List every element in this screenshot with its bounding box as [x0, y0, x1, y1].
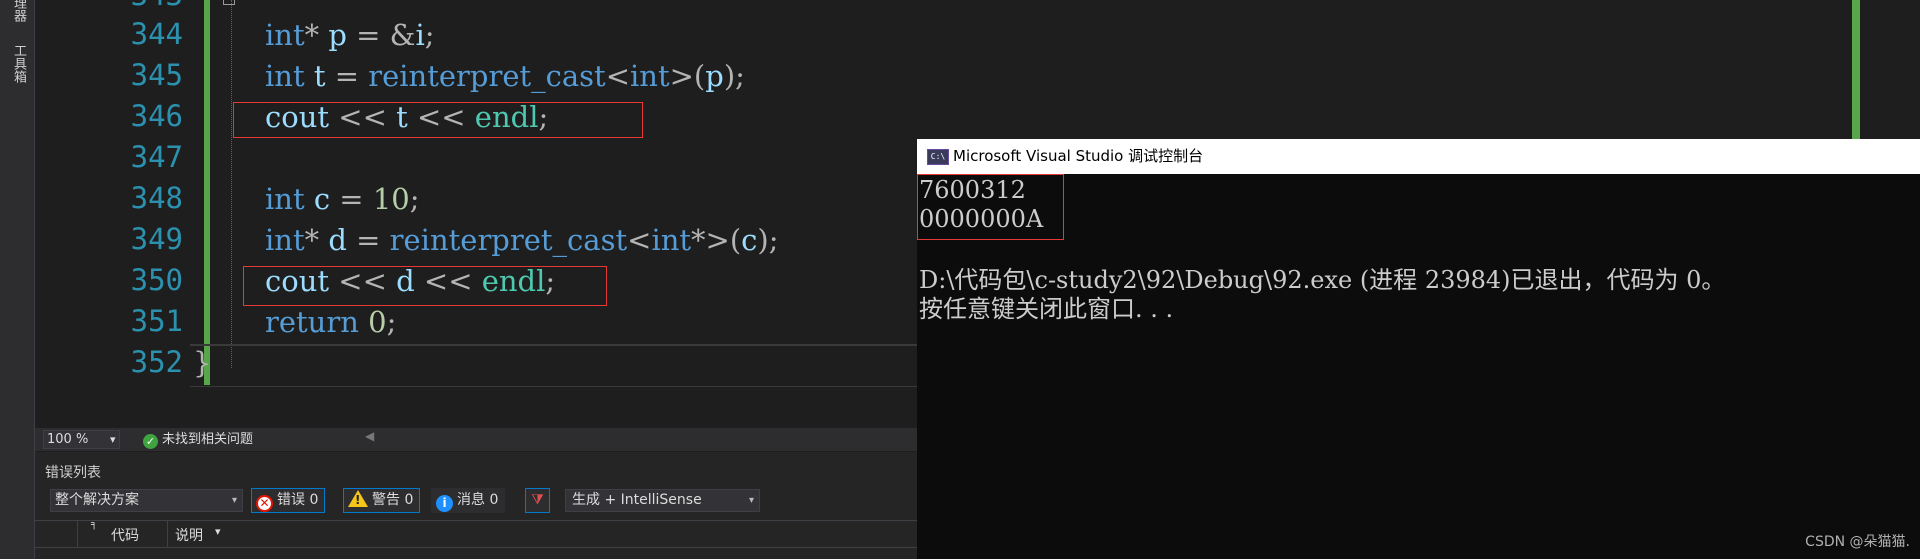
code-token: 0	[368, 305, 387, 339]
code-token: i	[415, 18, 425, 52]
code-token: =	[346, 223, 390, 257]
code-token: ;	[409, 182, 420, 216]
info-icon: i	[436, 495, 453, 512]
build-filter-value: 生成 + IntelliSense	[572, 492, 702, 508]
code-token: int	[630, 59, 670, 93]
code-token: 10	[372, 182, 410, 216]
code-token: }	[193, 346, 212, 380]
code-token: >(	[669, 59, 706, 93]
code-line[interactable]: }	[193, 346, 211, 380]
messages-count-label: 消息 0	[457, 492, 499, 508]
code-line[interactable]: int c = 10;	[265, 182, 420, 216]
warning-icon: !	[348, 490, 368, 507]
code-token: ;	[424, 18, 435, 52]
filter-icon[interactable]: ⧩	[525, 488, 550, 513]
watermark: CSDN @朵猫猫.	[1805, 534, 1910, 550]
highlight-box-output	[917, 174, 1064, 240]
zoom-value: 100 %	[47, 432, 89, 447]
error-icon: ✕	[256, 495, 273, 512]
scope-value: 整个解决方案	[55, 492, 139, 508]
issues-status-text: 未找到相关问题	[162, 432, 254, 447]
scroll-left-icon[interactable]: ◀	[365, 429, 374, 443]
toolbox-tab[interactable]: 工具箱	[9, 44, 26, 83]
messages-filter-button[interactable]: i 消息 0	[431, 488, 506, 513]
code-line[interactable]: int* p = &i;	[265, 18, 435, 52]
code-token: p	[705, 59, 724, 93]
code-token: reinterpret_cast	[389, 223, 628, 257]
console-title: Microsoft Visual Studio 调试控制台	[953, 147, 1204, 165]
code-token: p	[328, 18, 347, 52]
code-token: = &	[346, 18, 416, 52]
code-token: ;	[386, 305, 397, 339]
code-token: reinterpret_cast	[368, 59, 606, 93]
highlight-box-line-346	[233, 102, 643, 138]
code-token: );	[757, 223, 779, 257]
code-token: );	[723, 59, 745, 93]
errors-filter-button[interactable]: ✕ 错误 0	[251, 488, 326, 513]
code-line[interactable]: int t = reinterpret_cast<int>(p);	[265, 59, 745, 93]
code-token: return	[265, 305, 359, 339]
column-separator	[77, 521, 78, 547]
issues-indicator[interactable]: ✓ 未找到相关问题	[143, 430, 253, 449]
code-token: int	[265, 223, 305, 257]
code-token: <	[627, 223, 652, 257]
code-token: d	[328, 223, 347, 257]
code-token: t	[313, 59, 326, 93]
zoom-dropdown[interactable]: 100 % ▾	[43, 430, 120, 449]
code-token: c	[741, 223, 758, 257]
code-token: <	[605, 59, 631, 93]
code-line[interactable]: return 0;	[265, 305, 396, 339]
code-token: int	[651, 223, 692, 257]
chevron-down-icon: ▾	[748, 495, 754, 506]
warnings-filter-button[interactable]: ! 警告 0	[343, 488, 421, 513]
check-circle-icon: ✓	[143, 434, 158, 449]
code-token: int	[265, 182, 305, 216]
code-token: =	[330, 182, 373, 216]
chevron-down-icon: ▾	[110, 433, 116, 446]
console-title-bar[interactable]: C:\ Microsoft Visual Studio 调试控制台	[917, 139, 1920, 174]
chevron-down-icon: ▾	[231, 495, 237, 506]
code-token: int	[265, 59, 305, 93]
column-separator	[167, 521, 168, 547]
console-app-icon: C:\	[927, 149, 949, 165]
code-token: *	[304, 223, 329, 257]
highlight-box-line-350	[243, 266, 607, 306]
chevron-down-icon[interactable]: ▾	[215, 525, 221, 538]
code-token: *	[304, 18, 329, 52]
column-description[interactable]: 说明	[175, 525, 203, 545]
console-output[interactable]: 7600312 0000000A D:\代码包\c-study2\92\Debug\…	[917, 174, 1920, 559]
code-token: *>(	[691, 223, 742, 257]
scroll-change-marker	[1852, 0, 1860, 140]
panel-title: 错误列表	[45, 465, 101, 481]
warnings-count-label: 警告 0	[372, 492, 414, 508]
code-line[interactable]: int* d = reinterpret_cast<int*>(c);	[265, 223, 779, 257]
console-output-line: 按任意键关闭此窗口. . .	[919, 295, 1174, 323]
code-token: =	[325, 59, 369, 93]
code-token: int	[265, 18, 305, 52]
build-filter-dropdown[interactable]: 生成 + IntelliSense ▾	[565, 489, 760, 512]
solution-explorer-tab[interactable]: 理器	[9, 0, 26, 22]
scope-dropdown[interactable]: 整个解决方案 ▾	[50, 489, 243, 512]
code-token: c	[313, 182, 331, 216]
left-tool-strip: 理器 工具箱	[0, 0, 35, 559]
errors-count-label: 错误 0	[277, 492, 319, 508]
debug-console-window[interactable]: C:\ Microsoft Visual Studio 调试控制台 760031…	[917, 139, 1920, 559]
sort-icon[interactable]: ╕	[91, 519, 97, 530]
column-code[interactable]: 代码	[111, 525, 139, 545]
